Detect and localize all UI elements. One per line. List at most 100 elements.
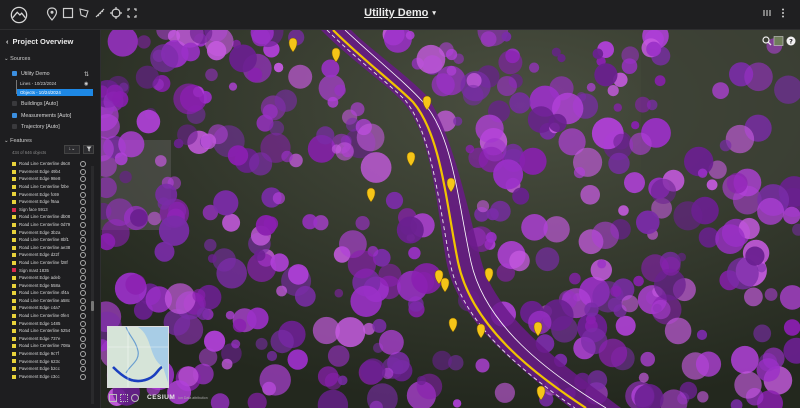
back-icon[interactable]: ‹ <box>6 37 9 46</box>
eye-icon[interactable] <box>80 191 86 198</box>
search-icon[interactable] <box>762 36 772 46</box>
feature-list-item[interactable]: Pavement Edge 3b2a <box>0 228 100 236</box>
layers-icon[interactable] <box>773 36 784 46</box>
feature-list-item[interactable]: Pavement Edge 1485 <box>0 319 100 327</box>
sort-icon[interactable]: ⇅ <box>84 71 89 78</box>
feature-list-item[interactable]: Pavement Edge adeb <box>0 274 100 282</box>
eye-icon[interactable] <box>80 320 86 327</box>
eye-icon[interactable] <box>80 252 86 259</box>
checkbox-icon[interactable] <box>12 101 17 107</box>
source-measurements[interactable]: Measurements [Auto] <box>12 113 71 119</box>
eye-icon[interactable] <box>80 176 86 183</box>
feature-list-item[interactable]: Road Line Centerline 0d79 <box>0 221 100 229</box>
eye-icon[interactable] <box>80 297 86 304</box>
filter-button[interactable] <box>83 145 94 154</box>
feature-list-item[interactable]: Pavement Edge b2cc <box>0 365 100 373</box>
feature-color-swatch <box>12 260 16 265</box>
eye-icon[interactable] <box>80 229 86 236</box>
point-cloud-view[interactable] <box>101 30 800 408</box>
eye-icon[interactable] <box>80 313 86 320</box>
sort-dropdown-button[interactable]: ↓⌄ <box>64 145 80 154</box>
grid-icon[interactable] <box>120 394 128 402</box>
source-trajectory[interactable]: Trajectory [Auto] <box>12 124 60 130</box>
feature-list-item[interactable]: Road Line Centerline ae38 <box>0 244 100 252</box>
eye-icon[interactable] <box>80 373 86 380</box>
eye-icon[interactable] <box>80 290 86 297</box>
feature-list-item[interactable]: Pavement Edge c3cc <box>0 373 100 381</box>
feature-list-item[interactable]: Sign face 5913 <box>0 206 100 214</box>
eye-icon[interactable] <box>80 161 86 168</box>
eye-icon[interactable] <box>80 343 86 350</box>
feature-list-item[interactable]: Road Line Centerline 8bf1 <box>0 236 100 244</box>
eye-icon[interactable] <box>80 305 86 312</box>
feature-list-item[interactable]: Road Line Centerline 0fe4 <box>0 312 100 320</box>
eye-icon[interactable] <box>80 199 86 206</box>
feature-list-item[interactable]: Road Line Centerline f28f <box>0 259 100 267</box>
sidebar: ‹ Project Overview ⌄ Sources Utility Demo… <box>0 30 101 408</box>
feature-list-item[interactable]: Pavement Edge 558a <box>0 282 100 290</box>
feature-list-item[interactable]: Pavement Edge 98e8 <box>0 175 100 183</box>
tree-point-cluster <box>276 285 287 297</box>
source-utility-demo[interactable]: Utility Demo <box>12 71 50 77</box>
source-child-lines[interactable]: Lines - 10/23/2024 <box>20 81 56 86</box>
eye-icon[interactable] <box>80 282 86 289</box>
eye-icon[interactable] <box>80 335 86 342</box>
eye-icon[interactable] <box>80 183 86 190</box>
eye-icon[interactable] <box>80 168 86 175</box>
features-section-toggle[interactable]: ⌄ Features <box>4 138 32 144</box>
eye-icon[interactable] <box>80 237 86 244</box>
eye-icon[interactable] <box>80 259 86 266</box>
map-viewport[interactable]: ? CESIUM ion Data attribution <box>101 30 800 408</box>
feature-list-item[interactable]: Pavement Edge 9c7f <box>0 350 100 358</box>
feature-list-item[interactable]: Road Line Centerline a58c <box>0 297 100 305</box>
checkbox-icon[interactable] <box>12 71 17 77</box>
overview-minimap[interactable] <box>107 326 169 388</box>
feature-list-scrollbar[interactable] <box>91 166 94 404</box>
cesium-attribution[interactable]: CESIUM ion Data attribution <box>147 394 208 401</box>
scrollbar-thumb[interactable] <box>91 301 94 311</box>
feature-list-item[interactable]: Pavement Edge 623c <box>0 357 100 365</box>
feature-list-item[interactable]: Pavement Edge f9aa <box>0 198 100 206</box>
feature-list-item[interactable]: Pavement Edge 737e <box>0 335 100 343</box>
eye-icon[interactable] <box>80 244 86 251</box>
attribution-link[interactable]: ion Data attribution <box>178 396 207 400</box>
eye-icon[interactable] <box>80 214 86 221</box>
feature-list-item[interactable]: Road Line Centerline 708a <box>0 342 100 350</box>
feature-color-swatch <box>12 230 16 235</box>
eye-icon[interactable] <box>80 206 86 213</box>
source-buildings[interactable]: Buildings [Auto] <box>12 101 58 107</box>
columns-icon[interactable] <box>762 8 772 21</box>
help-icon[interactable]: ? <box>786 36 796 46</box>
feature-list-item[interactable]: Pavement Edge d22f <box>0 251 100 259</box>
checkbox-icon[interactable] <box>12 113 17 119</box>
feature-list-item[interactable]: Pavement Edge c4a7 <box>0 304 100 312</box>
eye-icon[interactable] <box>80 328 86 335</box>
feature-list-item[interactable]: Pavement Edge fc69 <box>0 190 100 198</box>
feature-list-item[interactable]: Road Line Centerline 5254 <box>0 327 100 335</box>
eye-icon[interactable]: ◉ <box>84 81 88 87</box>
globe-icon[interactable] <box>131 394 139 402</box>
square-icon[interactable] <box>109 394 117 402</box>
project-overview-header[interactable]: ‹ Project Overview <box>6 37 73 46</box>
feature-list-item[interactable]: Road Line Centerline f2be <box>0 183 100 191</box>
more-vertical-icon[interactable] <box>780 8 786 21</box>
eye-icon[interactable] <box>80 358 86 365</box>
eye-icon[interactable] <box>80 267 86 274</box>
checkbox-icon[interactable] <box>12 124 17 130</box>
eye-icon[interactable] <box>80 275 86 282</box>
eye-icon[interactable] <box>80 366 86 373</box>
tree-point-cluster <box>489 200 511 222</box>
source-child-objects[interactable]: Objects - 10/24/2024 <box>17 89 93 96</box>
feature-list-item[interactable]: Road Line Centerline 4f4a <box>0 289 100 297</box>
sources-section-toggle[interactable]: ⌄ Sources <box>4 56 30 62</box>
feature-list-item[interactable]: Pavement Edge 49b4 <box>0 168 100 176</box>
tree-point-cluster <box>360 152 392 183</box>
eye-icon[interactable] <box>80 221 86 228</box>
feature-list-item[interactable]: Sign mast 1835 <box>0 266 100 274</box>
feature-list-item[interactable]: Road Line Centerline db08 <box>0 213 100 221</box>
feature-label: Pavement Edge 558a <box>19 282 61 288</box>
eye-icon[interactable] <box>80 351 86 358</box>
tree-point-cluster <box>231 339 241 349</box>
project-title-dropdown[interactable]: Utility Demo ▾ <box>0 7 800 19</box>
feature-list-item[interactable]: Road Line Centerline d6c8 <box>0 160 100 168</box>
